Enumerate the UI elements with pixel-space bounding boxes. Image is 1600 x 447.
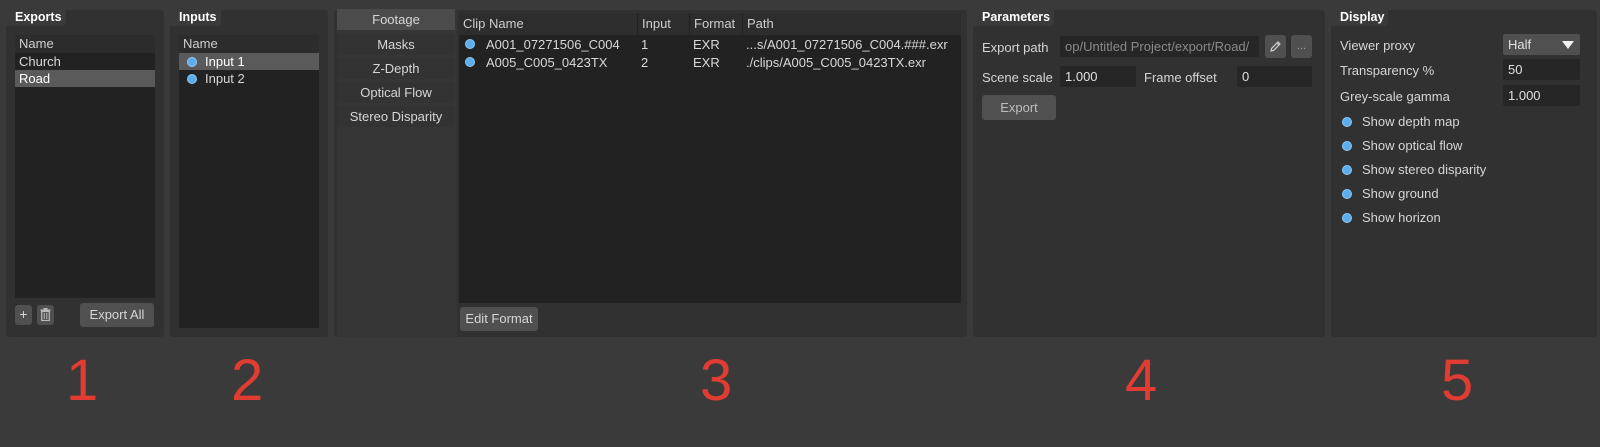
radio-icon [1342,140,1352,151]
tab-stereo-disparity[interactable]: Stereo Disparity [337,106,455,127]
frame-offset-label: Frame offset [1144,70,1217,85]
table-row[interactable]: A005_C005_0423TX 2 EXR ./clips/A005_C005… [459,54,961,72]
edit-format-button[interactable]: Edit Format [460,307,538,331]
clip-name-cell: A001_07271506_C004 [486,37,620,52]
radio-icon [1342,212,1352,223]
tab-z-depth[interactable]: Z-Depth [337,58,455,79]
input-item-2[interactable]: Input 2 [179,70,319,87]
display-title: Display [1331,8,1389,26]
clip-format-cell: EXR [693,37,720,52]
exports-title: Exports [6,8,66,26]
radio-icon [1342,188,1352,199]
export-path-field[interactable]: op/Untitled Project/export/Road/ [1060,36,1259,57]
inputs-title: Inputs [170,8,221,26]
clip-input-cell: 1 [641,37,649,52]
annotation-number-4: 4 [1125,348,1158,413]
chevron-down-icon [1562,41,1574,49]
option-label: Show depth map [1362,114,1460,129]
show-ground-option[interactable]: Show ground [1342,184,1439,204]
column-header-clip-name[interactable]: Clip Name [459,13,639,35]
option-label: Show optical flow [1362,138,1463,153]
export-button[interactable]: Export [982,95,1056,120]
viewer-proxy-select[interactable]: Half [1503,34,1580,55]
input-item-label: Input 2 [205,71,245,86]
input-item-1[interactable]: Input 1 [179,53,319,70]
viewer-proxy-label: Viewer proxy [1340,38,1415,53]
inputs-list: Name Input 1 Input 2 [179,35,319,328]
tab-optical-flow[interactable]: Optical Flow [337,82,455,103]
column-header-format[interactable]: Format [689,13,742,35]
clip-input-cell: 2 [641,55,649,70]
clip-path-cell: ...s/A001_07271506_C004.###.exr [746,37,948,52]
pick-path-button[interactable] [1265,35,1286,58]
column-header-input[interactable]: Input [637,13,689,35]
inputs-list-header: Name [179,35,319,53]
exports-list: Name Church Road [15,35,155,298]
clip-format-cell: EXR [693,55,720,70]
transparency-label: Transparency % [1340,63,1435,78]
delete-export-button[interactable] [37,305,54,325]
viewer-proxy-value: Half [1508,37,1532,52]
exports-panel: Exports Name Church Road + Export All [6,8,164,337]
option-label: Show stereo disparity [1362,162,1487,177]
tab-footage[interactable]: Footage [337,9,455,30]
table-row[interactable]: A001_07271506_C004 1 EXR ...s/A001_07271… [459,36,961,54]
annotation-number-5: 5 [1441,348,1474,413]
show-optical-flow-option[interactable]: Show optical flow [1342,136,1462,156]
clip-status-icon [465,57,475,67]
column-header-path[interactable]: Path [742,13,961,35]
export-item-church[interactable]: Church [15,53,155,70]
grey-scale-gamma-label: Grey-scale gamma [1340,89,1450,104]
option-label: Show ground [1362,186,1439,201]
show-depth-map-option[interactable]: Show depth map [1342,112,1460,132]
option-label: Show horizon [1362,210,1441,225]
tab-masks[interactable]: Masks [337,34,455,55]
export-item-road[interactable]: Road [15,70,155,87]
export-path-label: Export path [982,40,1049,55]
pencil-icon [1270,41,1281,52]
clip-status-icon [465,39,475,49]
clip-name-cell: A005_C005_0423TX [486,55,608,70]
plus-icon: + [19,306,28,322]
annotation-number-1: 1 [66,348,99,413]
exports-list-header: Name [15,35,155,53]
scene-scale-label: Scene scale [982,70,1053,85]
add-export-button[interactable]: + [15,305,32,325]
parameters-title: Parameters [973,8,1055,26]
parameters-panel: Parameters Export path op/Untitled Proje… [973,8,1325,337]
clips-table-header: Clip Name Input Format Path [459,13,961,35]
input-item-label: Input 1 [205,54,245,69]
grey-scale-gamma-field[interactable]: 1.000 [1503,85,1580,106]
input-status-icon [187,56,197,67]
annotation-number-3: 3 [700,348,733,413]
browse-path-button[interactable]: ... [1291,35,1312,58]
show-horizon-option[interactable]: Show horizon [1342,208,1441,228]
inputs-panel: Inputs Name Input 1 Input 2 [170,8,328,337]
clips-table: Clip Name Input Format Path A001_0727150… [459,13,961,303]
annotation-number-2: 2 [231,348,264,413]
scene-scale-field[interactable]: 1.000 [1060,66,1136,87]
clip-path-cell: ./clips/A005_C005_0423TX.exr [746,55,926,70]
show-stereo-disparity-option[interactable]: Show stereo disparity [1342,160,1486,180]
input-status-icon [187,73,197,84]
frame-offset-field[interactable]: 0 [1237,66,1312,87]
transparency-field[interactable]: 50 [1503,59,1580,80]
export-all-button[interactable]: Export All [80,303,154,327]
radio-icon [1342,164,1352,175]
radio-icon [1342,116,1352,127]
trash-icon [40,308,51,322]
